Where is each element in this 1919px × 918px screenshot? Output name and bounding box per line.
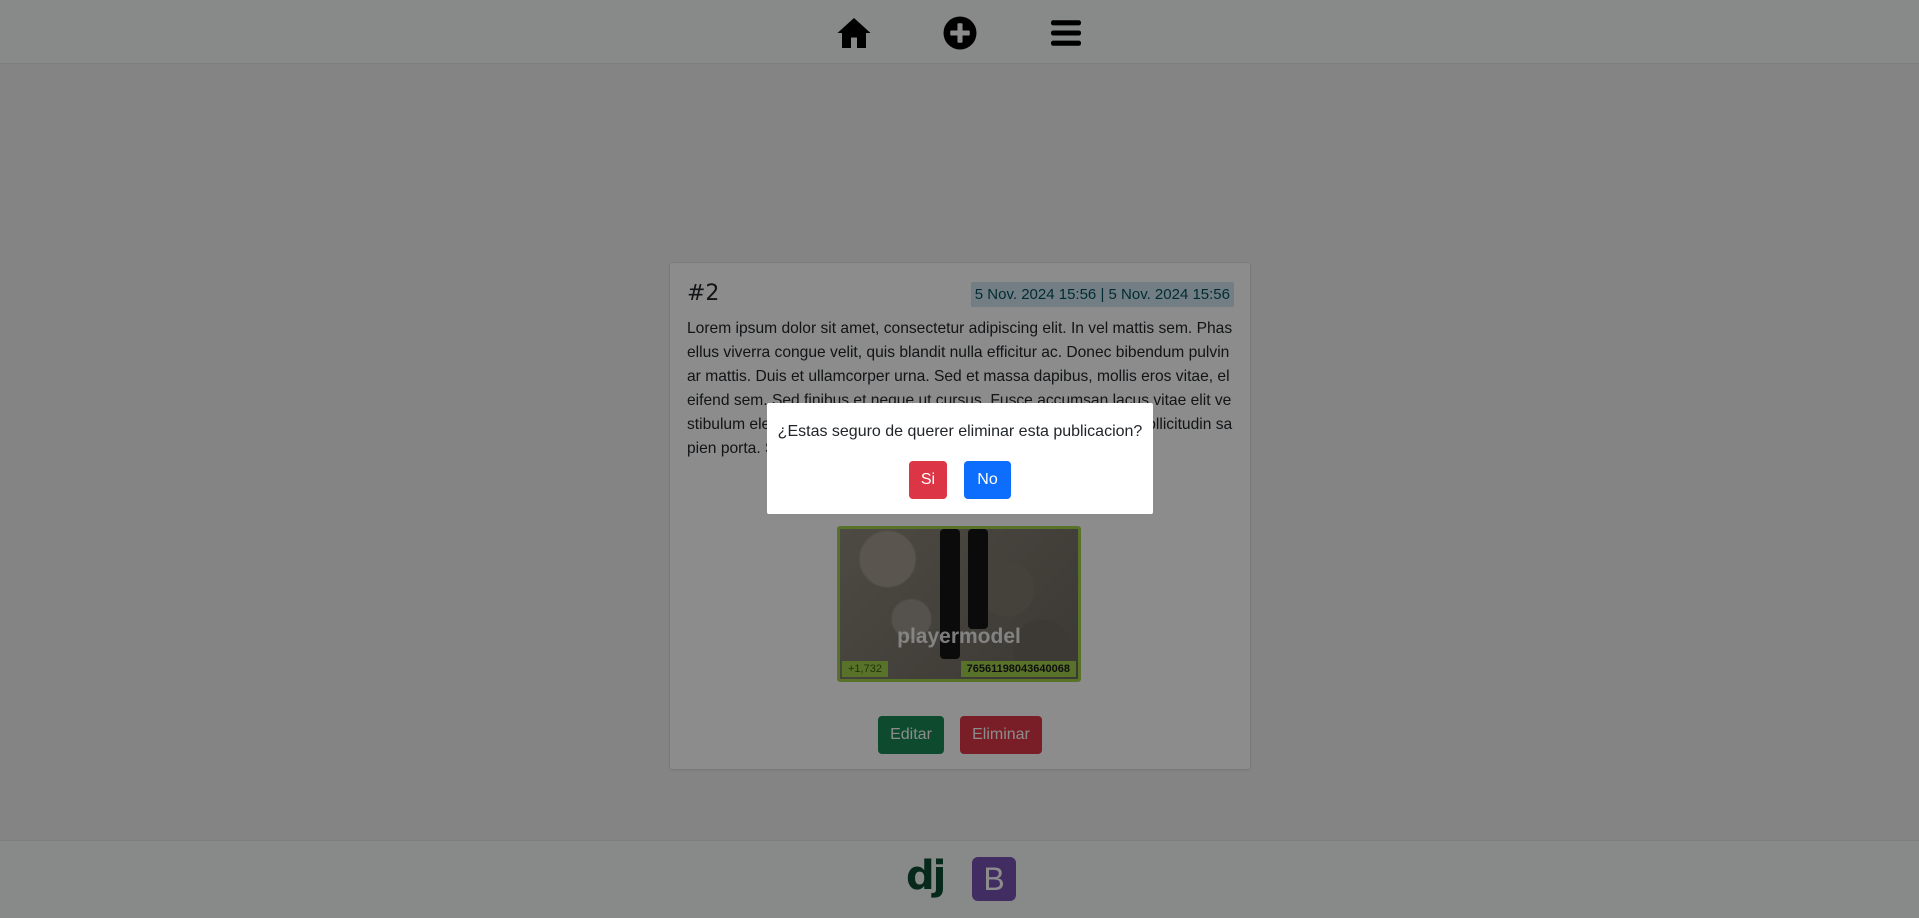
modal-backdrop[interactable]: ¿Estas seguro de querer eliminar esta pu… [0,0,1919,918]
confirm-yes-button[interactable]: Si [909,461,947,499]
modal-question: ¿Estas seguro de querer eliminar esta pu… [777,423,1143,440]
confirm-delete-modal: ¿Estas seguro de querer eliminar esta pu… [767,403,1153,514]
confirm-no-button[interactable]: No [964,461,1011,499]
